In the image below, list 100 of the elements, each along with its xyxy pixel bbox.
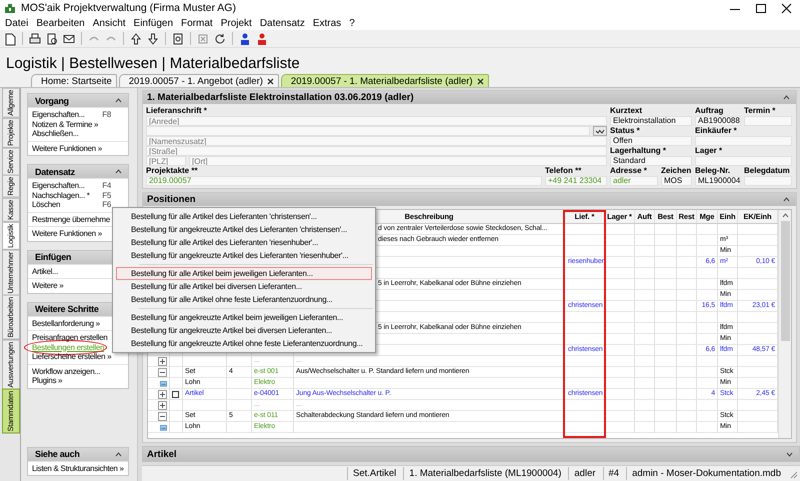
panel-title: Siehe auch	[35, 449, 80, 459]
collapse-icon[interactable]	[783, 197, 790, 202]
text-field[interactable]: Elektroinstallation	[610, 116, 692, 126]
input-field[interactable]: [PLZ]	[146, 156, 186, 166]
input-field[interactable]: [Anrede]	[146, 116, 607, 126]
collapse-icon[interactable]	[115, 452, 122, 456]
menu-item[interactable]: Bestellung für alle Artikel ohne feste Lieferantenzuordnung...	[116, 293, 372, 306]
menu-item[interactable]: Bestellung für angekreuzte Artikel des Lieferanten 'christensen'...	[116, 223, 372, 236]
menu-item[interactable]: Format	[177, 18, 217, 28]
checkbox[interactable]	[172, 390, 179, 398]
collapse-icon[interactable]	[115, 98, 122, 103]
scrollbar[interactable]	[778, 210, 791, 438]
sidebar-link[interactable]: Preisanfragen erstellen	[32, 333, 108, 342]
panel-title: Weitere Schritte	[35, 304, 99, 314]
text-field[interactable]	[744, 176, 792, 186]
menu-item[interactable]: Ansicht	[88, 18, 130, 28]
menu-item[interactable]: Bestellung für alle Artikel des Lieferanten 'riesenhuber'...	[116, 236, 372, 249]
menu-item[interactable]: Datensatz	[256, 18, 309, 28]
menu-item[interactable]: Datei	[1, 18, 32, 28]
document-tab[interactable]: Home: Startseite	[31, 74, 117, 87]
document-tab[interactable]: 2019.00057 - 1. Angebot (adler)	[118, 74, 279, 87]
field-label: Projektakte **	[146, 166, 199, 176]
document-tab[interactable]: 2019.00057 - 1. Materialbedarfsliste (adler)	[280, 74, 489, 87]
sidebar-link[interactable]: Restmenge übernehme	[32, 214, 110, 224]
text-field[interactable]	[695, 136, 792, 146]
input-field[interactable]	[146, 126, 590, 136]
text-field[interactable]: ML1900004	[695, 176, 741, 186]
text-field[interactable]	[695, 156, 792, 166]
collapse-icon[interactable]	[783, 95, 790, 100]
close-icon[interactable]	[266, 78, 274, 84]
expand-icon[interactable]	[786, 452, 793, 456]
input-field[interactable]: [Namenszusatz]	[146, 136, 607, 146]
sidebar-link[interactable]: Löschen	[32, 200, 60, 209]
document-search-icon[interactable]	[171, 32, 185, 46]
status-text: 1. Materialbedarfsliste (ML1900004)	[403, 467, 566, 480]
menu-item[interactable]: Bestellung für alle Artikel bei diversen Lieferanten...	[116, 280, 372, 293]
expand-box-icon	[158, 400, 167, 410]
person-add-icon[interactable]	[238, 32, 252, 46]
menu-item[interactable]: Einfügen	[130, 18, 178, 28]
arrow-up-icon[interactable]	[129, 32, 143, 46]
menu-item[interactable]: Bestellung für angekreuzte Artikel bei diversen Lieferanten...	[116, 324, 372, 337]
field-label: Adresse *	[610, 166, 648, 176]
field-label: Lieferanschrift *	[146, 106, 208, 116]
menu-item[interactable]: ?	[345, 18, 359, 28]
menu-item[interactable]: Bestellung für angekreuzte Artikel ohne feste Lieferantenzuordnung...	[116, 337, 372, 350]
field-label: Status *	[610, 126, 641, 136]
expand-box-icon	[158, 356, 167, 366]
menu-item[interactable]: Bestellung für alle Artikel des Lieferanten 'christensen'...	[116, 210, 372, 223]
shortcut: F8	[102, 110, 111, 120]
menu-item[interactable]: Bestellung für angekreuzte Artikel des Lieferanten 'riesenhuber'...	[116, 249, 372, 262]
sidebar-link[interactable]: Lieferscheine erstellen »	[32, 352, 112, 361]
printer-icon[interactable]	[28, 32, 42, 46]
field-label: Zeichen	[661, 166, 692, 176]
sidebar-link[interactable]: Weitere »	[32, 281, 64, 290]
input-field[interactable]: [Straße]	[146, 146, 607, 156]
status-text: Set.Artikel	[347, 467, 402, 480]
field-label: Kurztext	[610, 106, 644, 116]
menu-item[interactable]: Extras	[308, 18, 346, 28]
menu-item[interactable]: Bearbeiten	[32, 18, 89, 28]
sidebar-link[interactable]: Workflow anzeigen...	[32, 366, 100, 376]
status-text: admin - Moser-Dokumentation.mdb	[626, 467, 786, 480]
window-title: MOS'aik Projektverwaltung (Firma Muster AG)	[21, 2, 237, 14]
sidebar-link[interactable]: Eigenschaften...	[32, 110, 85, 119]
scrollbar-thumb[interactable]	[780, 221, 790, 341]
input-field[interactable]: [Ort]	[189, 156, 607, 166]
collapse-icon[interactable]	[115, 169, 122, 174]
sidebar-link[interactable]: Eigenschaften...	[32, 181, 85, 190]
sidebar-link[interactable]: Listen & Strukturansichten »	[32, 464, 124, 472]
sidebar-link[interactable]: Notizen & Termine »	[32, 120, 98, 128]
text-field[interactable]: MOS	[661, 176, 692, 186]
text-field[interactable]	[744, 116, 792, 126]
section-title: Positionen	[147, 194, 196, 205]
scroll-up-icon[interactable]	[782, 213, 788, 218]
shortcut: F4	[102, 181, 111, 190]
text-field[interactable]: Offen	[610, 136, 692, 146]
lookup-button[interactable]	[593, 126, 607, 136]
section-title: Artikel	[147, 448, 177, 460]
tile-icon	[160, 422, 167, 432]
section-title: 1. Materialbedarfsliste Elektroinstallation 03.06.2019 (adler)	[147, 92, 414, 103]
text-field[interactable]: Standard	[610, 156, 692, 166]
sidebar-link[interactable]: Plugins »	[32, 376, 62, 385]
field-label: Termin *	[744, 106, 776, 116]
print-preview-icon[interactable]	[45, 32, 59, 46]
menu-item[interactable]: Bestellung für alle Artikel beim jeweiligen Lieferanten...	[116, 267, 372, 280]
sidebar-link[interactable]: Artikel...	[32, 266, 58, 276]
sidebar-link[interactable]: Weitere Funktionen »	[32, 229, 102, 238]
field-label: Lagerhaltung *	[610, 146, 668, 156]
menu-item[interactable]: Bestellung für angekreuzte Artikel beim jeweiligen Lieferanten...	[116, 311, 372, 324]
sidebar-link[interactable]: Abschließen...	[32, 129, 78, 138]
close-icon[interactable]	[476, 78, 484, 84]
person-remove-icon[interactable]	[255, 32, 269, 46]
field-label: Lager *	[695, 146, 724, 156]
text-field[interactable]: AB1900088	[695, 116, 741, 126]
sidebar-link[interactable]: Nachschlagen... *	[32, 190, 90, 200]
sidebar-link[interactable]: Weitere Funktionen »	[32, 144, 102, 152]
menu-item[interactable]: Projekt	[216, 18, 256, 28]
arrow-down-icon[interactable]	[146, 32, 160, 46]
sidebar-link[interactable]: Bestellanforderung »	[32, 318, 100, 328]
refresh-icon[interactable]	[213, 32, 227, 46]
resize-grip-icon[interactable]	[788, 468, 798, 478]
